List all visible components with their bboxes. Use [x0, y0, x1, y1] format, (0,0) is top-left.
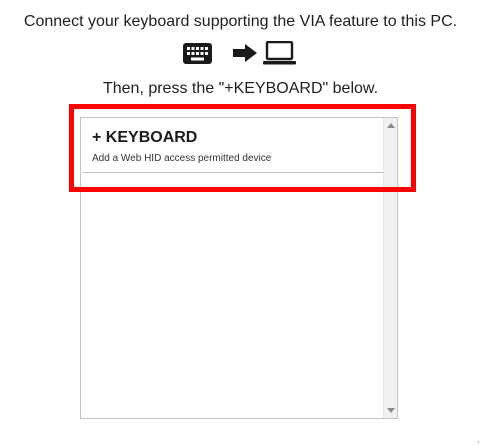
add-keyboard-label: + KEYBOARD	[92, 129, 198, 146]
arrow-right-icon	[233, 44, 257, 62]
add-keyboard-button[interactable]: + KEYBOARD Add a Web HID access permitte…	[83, 120, 383, 173]
scroll-up-arrow-icon[interactable]	[387, 123, 395, 128]
keyboard-icon	[183, 42, 212, 64]
scroll-down-arrow-icon[interactable]	[387, 408, 395, 413]
connection-illustration	[183, 40, 296, 66]
device-list-scrollbar[interactable]	[383, 118, 397, 418]
laptop-icon	[263, 41, 296, 65]
device-list: + KEYBOARD Add a Web HID access permitte…	[80, 117, 398, 419]
connect-instruction: Connect your keyboard supporting the VIA…	[23, 13, 458, 30]
edge-mark	[478, 441, 479, 443]
add-keyboard-description: Add a Web HID access permitted device	[92, 153, 272, 164]
press-instruction: Then, press the "+KEYBOARD" below.	[102, 80, 379, 97]
